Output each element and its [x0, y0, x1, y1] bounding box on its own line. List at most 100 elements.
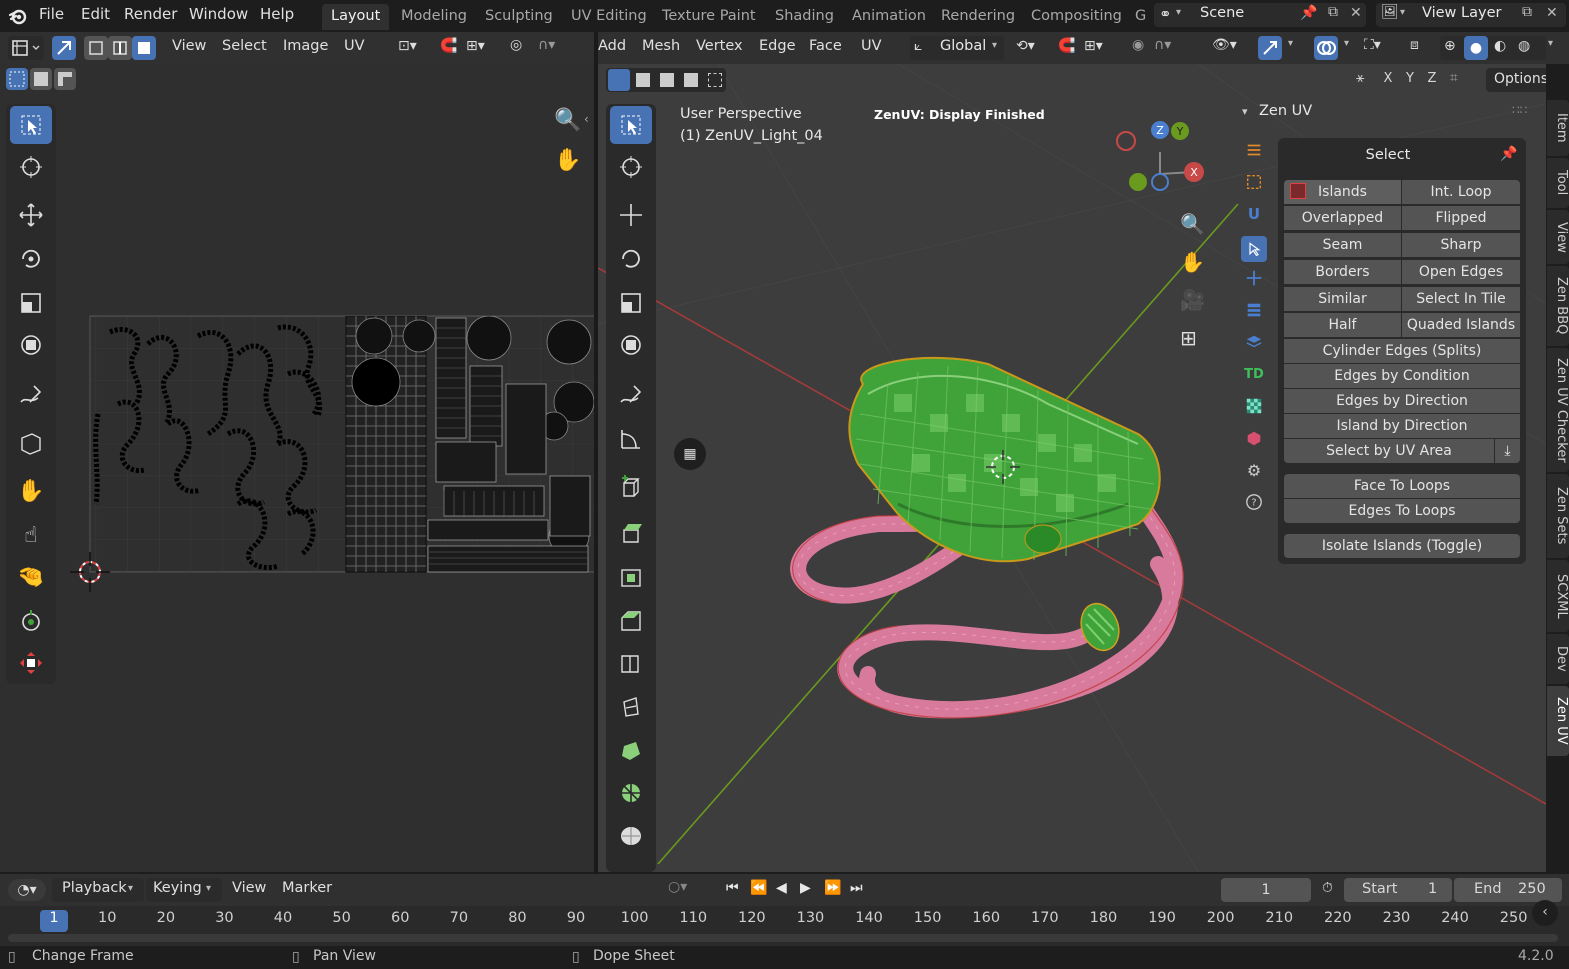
select-box-icon[interactable]: [10, 106, 52, 144]
move-icon[interactable]: [10, 196, 52, 234]
keying-menu[interactable]: Keying ▾: [146, 878, 222, 902]
falloff-icon[interactable]: ∩▾: [538, 37, 555, 53]
tab-compositing[interactable]: Compositing: [1022, 4, 1131, 30]
snap-icon[interactable]: 🧲: [1058, 38, 1075, 54]
select-panel-icon[interactable]: [1241, 236, 1267, 262]
knife-icon[interactable]: [610, 688, 652, 726]
visibility-icon[interactable]: 👁▾: [1212, 37, 1237, 53]
vp-menu-uv[interactable]: UV: [861, 38, 882, 54]
transform-icon[interactable]: [10, 326, 52, 364]
grab-icon[interactable]: ✋: [10, 472, 52, 510]
menu-edit[interactable]: Edit: [81, 5, 110, 23]
overlays-icon[interactable]: [1314, 36, 1338, 60]
pan-hand-icon[interactable]: ✋: [554, 148, 581, 173]
playback-menu[interactable]: Playback ▾: [52, 878, 144, 902]
mirror-z-toggle[interactable]: Z: [1422, 68, 1442, 90]
add-cube-icon[interactable]: [610, 468, 652, 506]
cursor-icon[interactable]: [10, 148, 52, 186]
edges-by-direction-button[interactable]: Edges by Direction: [1284, 389, 1520, 413]
flipped-button[interactable]: Flipped: [1402, 206, 1520, 230]
uv-menu-image[interactable]: Image: [283, 38, 328, 54]
mirror-y-toggle[interactable]: Y: [1400, 68, 1420, 90]
list-icon[interactable]: [1244, 140, 1264, 160]
texel-density-icon[interactable]: TD: [1244, 364, 1264, 384]
clock-editor-icon[interactable]: ◔▾: [8, 879, 46, 901]
snap-increment-icon[interactable]: ⊞▾: [1084, 38, 1103, 54]
new-layer-icon[interactable]: ⧉: [1522, 4, 1532, 20]
prev-keyframe-icon[interactable]: ⏪: [750, 880, 767, 896]
zen-checker-tool-icon[interactable]: [10, 644, 52, 682]
transform-icon[interactable]: [610, 326, 652, 364]
zen-toolbar-toggle-icon[interactable]: ▦: [674, 438, 706, 470]
zen-transform-icon[interactable]: [10, 602, 52, 640]
pinch-icon[interactable]: 🤏: [10, 558, 52, 596]
current-frame-field[interactable]: 1: [1221, 878, 1311, 902]
tab-animation[interactable]: Animation: [843, 4, 935, 30]
tab-texture-paint[interactable]: Texture Paint: [653, 4, 765, 30]
expand-panel-icon[interactable]: ‹: [1532, 900, 1558, 926]
start-frame-field[interactable]: Start 1: [1344, 878, 1452, 902]
gizmo-toggle-icon[interactable]: [1258, 36, 1282, 60]
scene-selector[interactable]: ⚭ ▾ Scene 📌 ⧉ ✕: [1154, 3, 1366, 27]
sharp-button[interactable]: Sharp: [1402, 233, 1520, 257]
topology-mirror-icon[interactable]: ⌗: [1450, 70, 1458, 86]
snap-grid-icon[interactable]: ⊞▾: [466, 38, 485, 54]
isolate-islands-button[interactable]: Isolate Islands (Toggle): [1284, 534, 1520, 558]
select-by-uv-area-button[interactable]: Select by UV Area: [1284, 439, 1494, 463]
side-tab-view[interactable]: View: [1547, 210, 1569, 264]
end-frame-field[interactable]: End 250: [1454, 878, 1562, 902]
pan-hand-icon[interactable]: ✋: [1180, 250, 1205, 274]
uv-sync-icon[interactable]: [52, 36, 76, 60]
wireframe-shading-icon[interactable]: ⊕: [1444, 38, 1456, 54]
side-tab-zen-uv[interactable]: Zen UV: [1547, 686, 1569, 756]
side-tab-zen-sets[interactable]: Zen Sets: [1547, 474, 1569, 558]
sidebar-toggle-icon[interactable]: ‹: [584, 112, 589, 126]
side-tab-dev[interactable]: Dev: [1547, 634, 1569, 684]
vertex-select-icon[interactable]: [84, 36, 108, 60]
pin-icon[interactable]: 📌: [1500, 146, 1517, 162]
menu-file[interactable]: File: [39, 5, 64, 23]
view-layer-selector[interactable]: 🖼 ▾ View Layer ⧉ ✕: [1376, 3, 1566, 27]
scale-icon[interactable]: [610, 284, 652, 322]
select-invert-icon[interactable]: [684, 73, 698, 87]
timeline-menu-view[interactable]: View: [232, 880, 266, 896]
camera-view-icon[interactable]: 🎥: [1180, 288, 1205, 312]
checker-panel-icon[interactable]: [1244, 396, 1264, 416]
side-tab-item[interactable]: Item: [1547, 100, 1569, 156]
bevel-icon[interactable]: [610, 602, 652, 640]
uv-menu-select[interactable]: Select: [222, 38, 267, 54]
tab-sculpting[interactable]: Sculpting: [476, 4, 562, 30]
select-subtract-icon[interactable]: [54, 68, 76, 90]
solid-shading-icon[interactable]: ●: [1464, 36, 1488, 60]
side-tab-tool[interactable]: Tool: [1547, 158, 1569, 208]
half-button[interactable]: Half: [1284, 313, 1401, 337]
vp-menu-face[interactable]: Face: [809, 38, 842, 54]
smooth-icon[interactable]: [610, 816, 652, 854]
gear-icon[interactable]: ⚙: [1244, 460, 1264, 480]
orientation-dropdown[interactable]: ⟀ Global ▾: [910, 36, 1004, 60]
ortho-grid-icon[interactable]: ⊞: [1180, 326, 1197, 350]
tab-uv-editing[interactable]: UV Editing: [562, 4, 656, 30]
menu-render[interactable]: Render: [124, 5, 177, 23]
snap-icon[interactable]: 🧲: [440, 38, 457, 54]
layers-panel-icon[interactable]: [1244, 332, 1264, 352]
edge-select-icon[interactable]: [108, 36, 132, 60]
annotate-icon[interactable]: [10, 376, 52, 414]
xray-icon[interactable]: ⧈: [1410, 37, 1419, 53]
vp-menu-vertex[interactable]: Vertex: [696, 38, 743, 54]
blender-logo-icon[interactable]: [8, 6, 28, 26]
tab-rendering[interactable]: Rendering: [932, 4, 1024, 30]
proportional-icon[interactable]: ◎: [510, 37, 522, 53]
mesh-edit-overlays-icon[interactable]: ⛶▾: [1364, 37, 1381, 53]
tab-overflow[interactable]: G: [1127, 4, 1147, 30]
face-select-icon[interactable]: [132, 36, 156, 60]
rendered-shading-icon[interactable]: ◍: [1518, 38, 1530, 54]
face-to-loops-button[interactable]: Face To Loops: [1284, 474, 1520, 498]
pin-icon[interactable]: 📌: [1300, 5, 1317, 21]
tab-layout[interactable]: Layout: [322, 4, 390, 30]
select-new-icon[interactable]: [608, 69, 630, 91]
edges-by-condition-button[interactable]: Edges by Condition: [1284, 364, 1520, 388]
zoom-icon[interactable]: 🔍: [1180, 212, 1205, 236]
int-loop-button[interactable]: Int. Loop: [1402, 180, 1520, 204]
collapse-chevron-icon[interactable]: ▾: [1242, 105, 1248, 118]
